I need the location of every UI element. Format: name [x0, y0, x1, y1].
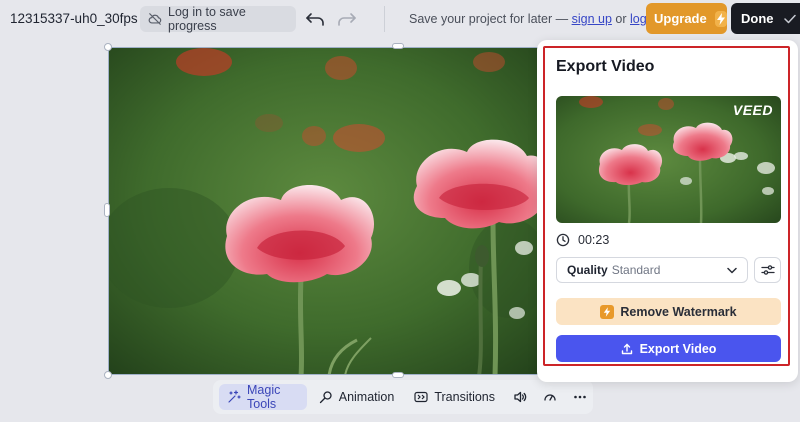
done-label: Done — [741, 11, 774, 26]
more-options-button[interactable] — [567, 384, 593, 410]
export-panel-title: Export Video — [556, 58, 655, 75]
save-prompt-text: Save your project for later — — [409, 12, 569, 26]
login-to-save-label: Log in to save progress — [168, 5, 246, 33]
export-video-label: Export Video — [639, 341, 717, 356]
chevron-down-icon — [727, 267, 737, 274]
animation-button[interactable]: Animation — [311, 384, 403, 410]
top-bar: 12315337-uh0_30fps Log in to save progre… — [0, 0, 800, 38]
save-project-prompt: Save your project for later — sign up or… — [409, 12, 660, 26]
resize-handle-top-left[interactable] — [104, 43, 112, 51]
transitions-label: Transitions — [434, 390, 495, 404]
quality-dropdown[interactable]: Quality Standard — [556, 257, 748, 283]
canvas-toolbar: Magic Tools Animation Transitions — [213, 380, 593, 414]
redo-button[interactable] — [336, 8, 358, 30]
video-duration: 00:23 — [556, 232, 609, 248]
bolt-icon — [600, 304, 615, 319]
veed-watermark: VEED — [732, 102, 773, 118]
speedometer-icon — [543, 390, 557, 404]
animation-label: Animation — [338, 390, 395, 404]
or-text: or — [615, 12, 627, 26]
remove-watermark-button[interactable]: Remove Watermark — [556, 298, 781, 325]
sign-up-link[interactable]: sign up — [572, 12, 612, 26]
animation-icon — [319, 390, 333, 404]
video-frame-image — [109, 48, 539, 374]
redo-icon — [337, 11, 357, 27]
resize-handle-left[interactable] — [104, 203, 110, 217]
speed-button[interactable] — [537, 384, 563, 410]
check-icon — [783, 14, 796, 24]
sparkles-icon — [227, 390, 241, 404]
duration-value: 00:23 — [578, 233, 610, 247]
resize-handle-bottom-left[interactable] — [104, 371, 112, 379]
bolt-icon — [714, 10, 727, 27]
audio-button[interactable] — [507, 384, 533, 410]
upgrade-button[interactable]: Upgrade — [646, 3, 727, 34]
quality-value: Standard — [611, 263, 661, 277]
resize-handle-bottom[interactable] — [392, 372, 404, 378]
login-to-save-button[interactable]: Log in to save progress — [140, 5, 296, 33]
cloud-off-icon — [148, 12, 162, 26]
magic-tools-button[interactable]: Magic Tools — [219, 383, 307, 411]
remove-watermark-label: Remove Watermark — [620, 304, 737, 319]
project-title[interactable]: 12315337-uh0_30fps — [10, 11, 138, 26]
transitions-button[interactable]: Transitions — [406, 384, 503, 410]
done-button[interactable]: Done — [731, 3, 800, 34]
more-horizontal-icon — [573, 390, 587, 404]
export-preview-thumbnail: VEED — [556, 96, 781, 223]
magic-tools-label: Magic Tools — [247, 383, 281, 411]
transitions-icon — [414, 390, 428, 404]
upload-icon — [621, 343, 633, 355]
upgrade-label: Upgrade — [654, 11, 707, 26]
quality-label: Quality — [567, 263, 608, 277]
quality-settings-button[interactable] — [754, 257, 781, 283]
speaker-icon — [513, 390, 527, 404]
header-divider — [384, 6, 385, 32]
video-canvas[interactable] — [108, 47, 540, 375]
export-video-button[interactable]: Export Video — [556, 335, 781, 362]
undo-button[interactable] — [304, 8, 326, 30]
undo-icon — [305, 11, 325, 27]
sliders-icon — [760, 264, 775, 276]
resize-handle-top[interactable] — [392, 43, 404, 49]
clock-icon — [556, 233, 570, 247]
